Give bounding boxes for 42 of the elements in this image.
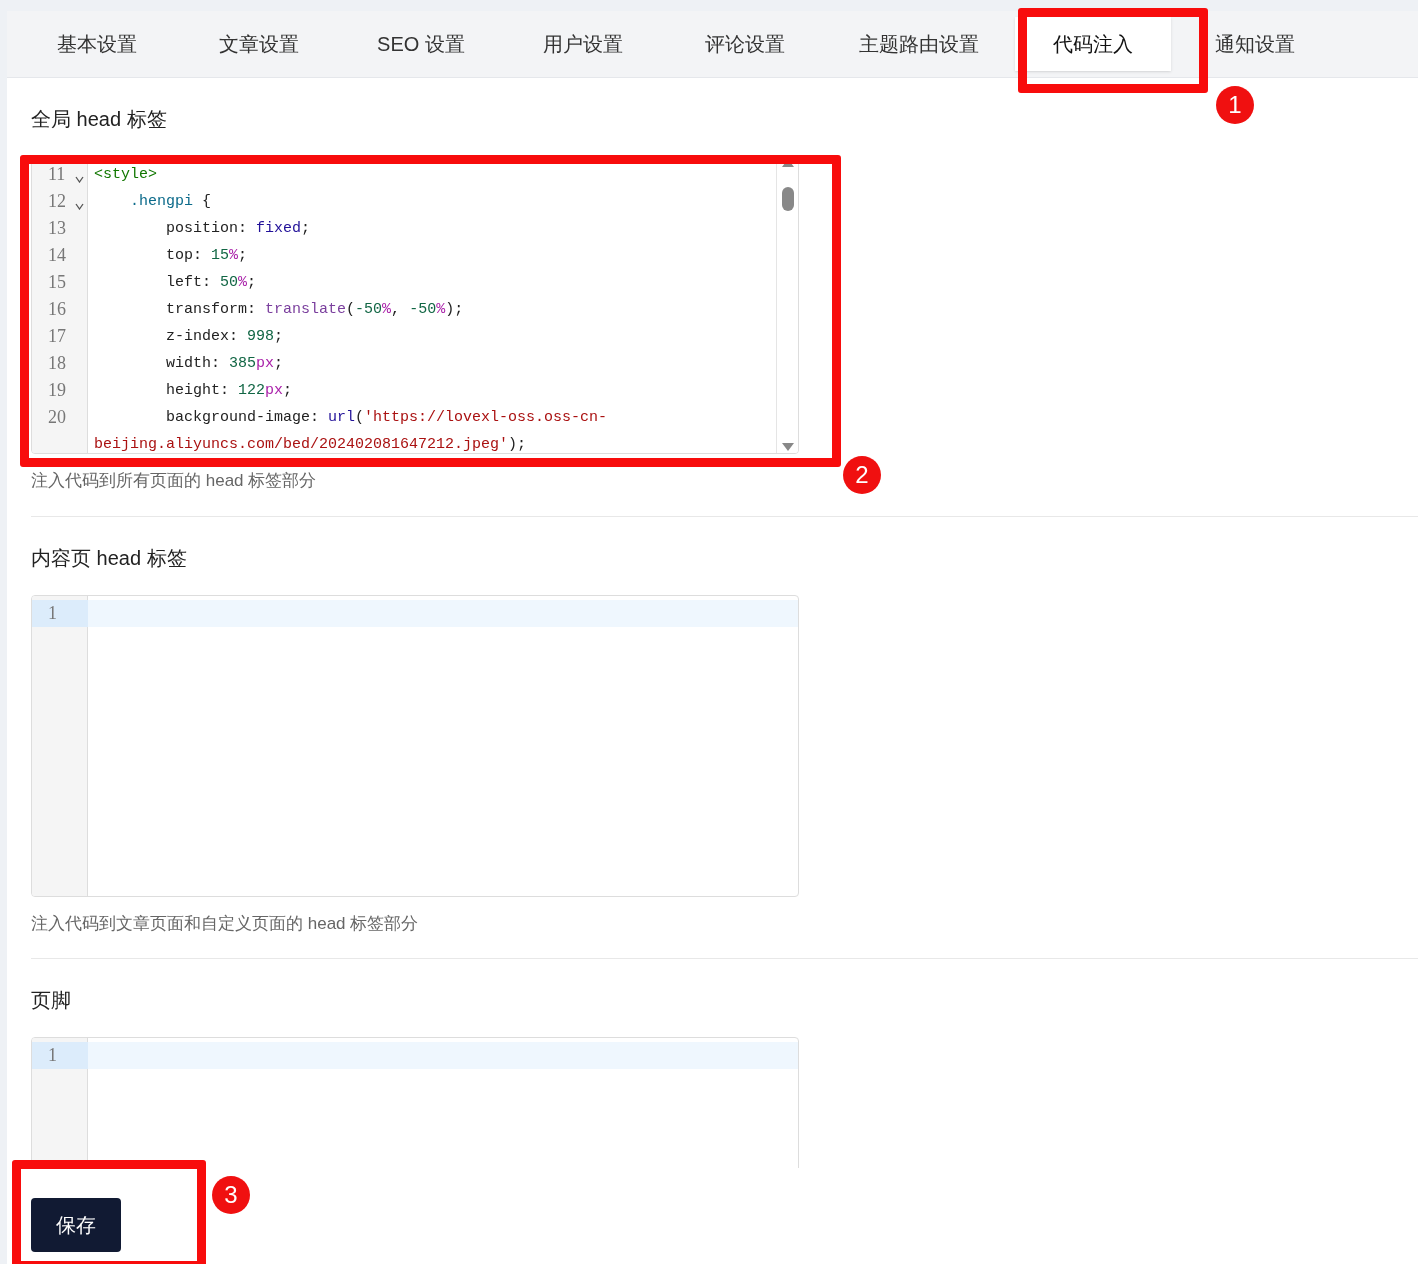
settings-tab[interactable]: 通知设置 <box>1177 17 1333 71</box>
code-line: transform: translate(-50%, -50%); <box>165 300 465 320</box>
settings-tab[interactable]: SEO 设置 <box>343 17 499 71</box>
line-number: 14 <box>48 244 66 267</box>
code-line: width: 385px; <box>165 354 285 374</box>
line-number: 18 <box>48 352 66 375</box>
fold-icon[interactable] <box>75 203 84 210</box>
settings-tab[interactable]: 文章设置 <box>181 17 337 71</box>
help-text: 注入代码到所有页面的 head 标签部分 <box>31 470 317 492</box>
fold-icon[interactable] <box>75 176 84 183</box>
section-title: 页脚 <box>31 988 71 1013</box>
settings-tab[interactable]: 主题路由设置 <box>829 17 1009 71</box>
code-line: z-index: 998; <box>165 327 285 347</box>
section-title: 全局 head 标签 <box>31 107 167 132</box>
code-line: height: 122px; <box>165 381 294 401</box>
save-button[interactable]: 保存 <box>31 1198 121 1252</box>
code-editor[interactable]: 1 <box>31 1037 799 1168</box>
code-line: .hengpi { <box>129 192 213 212</box>
scroll-down-icon[interactable] <box>781 443 794 451</box>
code-line: position: fixed; <box>165 219 312 239</box>
help-text: 注入代码到文章页面和自定义页面的 head 标签部分 <box>31 912 419 935</box>
settings-tab[interactable]: 基本设置 <box>19 17 175 71</box>
line-number: 1 <box>48 601 57 625</box>
line-number: 1 <box>48 1044 57 1067</box>
code-line: top: 15%; <box>165 246 249 266</box>
settings-tab[interactable]: 用户设置 <box>505 17 661 71</box>
code-line: background-image: url('https://lovexl-oss.oss-cn-beijing.aliyuncs.com/bed/202402081647212.jpeg'); <box>94 408 609 453</box>
settings-tab[interactable]: 代码注入 <box>1015 17 1171 71</box>
line-number: 17 <box>48 325 66 348</box>
line-number: 16 <box>48 298 66 321</box>
line-number: 11 <box>48 163 66 186</box>
scroll-thumb[interactable] <box>781 187 794 211</box>
section-title: 内容页 head 标签 <box>31 545 187 571</box>
line-number: 20 <box>48 406 66 429</box>
line-number: 13 <box>48 217 66 240</box>
code-line: left: 50%; <box>165 273 258 293</box>
code-editor[interactable]: 1 <box>31 594 799 897</box>
line-number: 19 <box>48 379 66 402</box>
line-number: 15 <box>48 271 66 294</box>
settings-tab[interactable]: 评论设置 <box>667 17 823 71</box>
line-number: 12 <box>48 190 66 213</box>
code-line: <style> <box>94 165 158 185</box>
